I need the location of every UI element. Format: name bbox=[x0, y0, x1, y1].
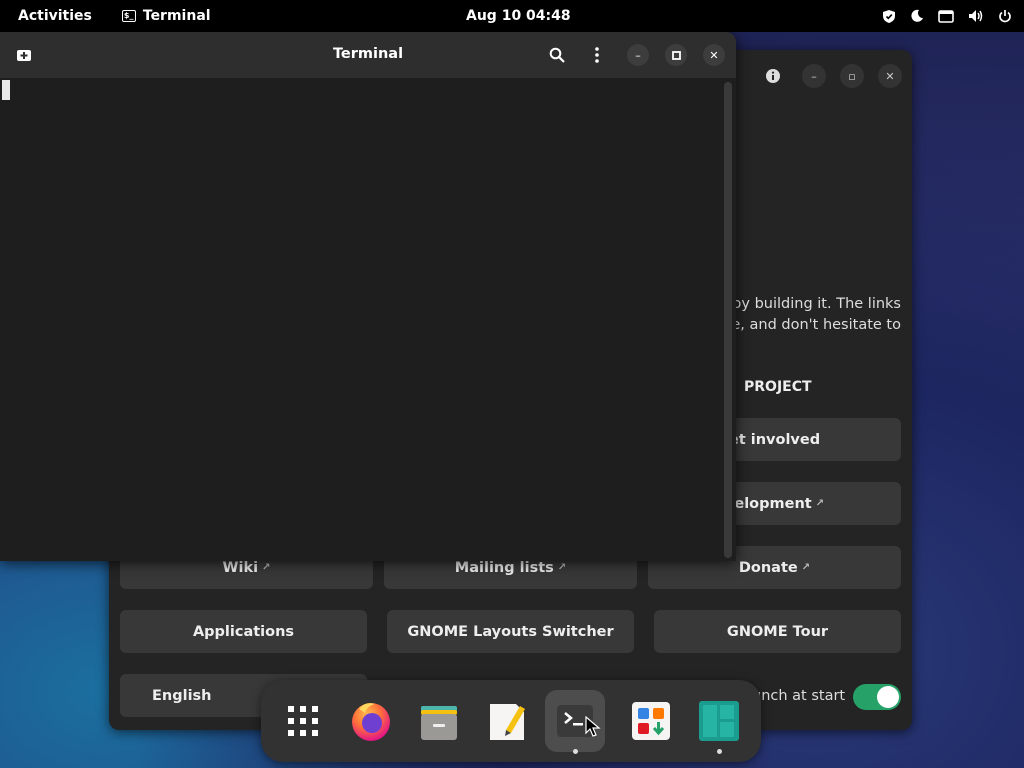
software-icon bbox=[632, 702, 670, 740]
welcome-close-button[interactable]: ✕ bbox=[878, 64, 902, 88]
button-label: Mailing lists bbox=[454, 559, 554, 576]
dock bbox=[261, 680, 761, 762]
button-label: et involved bbox=[728, 431, 821, 448]
dock-manjaro-hello[interactable] bbox=[689, 690, 749, 754]
launch-at-start-toggle[interactable] bbox=[853, 684, 901, 710]
close-icon: ✕ bbox=[885, 69, 895, 83]
search-icon bbox=[549, 47, 565, 63]
welcome-minimize-button[interactable]: – bbox=[802, 64, 826, 88]
maximize-icon bbox=[671, 50, 681, 60]
info-icon bbox=[766, 69, 780, 83]
menu-button[interactable] bbox=[586, 45, 608, 65]
minimize-icon: – bbox=[811, 69, 817, 83]
terminal-window[interactable]: Terminal – ✕ bbox=[0, 32, 736, 561]
scrollbar[interactable] bbox=[724, 82, 732, 558]
minimize-button[interactable]: – bbox=[627, 44, 649, 66]
dock-text-editor[interactable] bbox=[477, 690, 537, 752]
minimize-icon: – bbox=[635, 48, 641, 62]
close-icon: ✕ bbox=[709, 48, 719, 62]
clock[interactable]: Aug 10 04:48 bbox=[466, 8, 571, 24]
menu-icon bbox=[595, 47, 599, 63]
applications-button[interactable]: Applications bbox=[120, 610, 367, 653]
search-button[interactable] bbox=[546, 45, 568, 65]
external-link-icon: ↗ bbox=[815, 498, 825, 509]
mouse-pointer-icon bbox=[585, 716, 601, 737]
files-icon bbox=[421, 706, 457, 740]
button-label: Applications bbox=[192, 623, 295, 640]
app-menu-label: Terminal bbox=[142, 8, 211, 24]
about-button[interactable] bbox=[761, 64, 785, 88]
welcome-maximize-button[interactable]: ▫ bbox=[840, 64, 864, 88]
external-link-icon: ↗ bbox=[557, 562, 567, 573]
shield-icon bbox=[883, 9, 895, 23]
volume-icon bbox=[969, 10, 983, 22]
power-icon bbox=[999, 10, 1011, 23]
button-label: GNOME Tour bbox=[726, 623, 829, 640]
external-link-icon: ↗ bbox=[262, 562, 271, 573]
app-grid-icon bbox=[288, 706, 318, 736]
dock-software[interactable] bbox=[621, 690, 681, 752]
terminal-icon: $_ bbox=[121, 10, 136, 22]
close-button[interactable]: ✕ bbox=[703, 44, 725, 66]
dock-firefox[interactable] bbox=[341, 690, 401, 752]
manjaro-icon bbox=[699, 701, 739, 741]
external-link-icon: ↗ bbox=[801, 562, 811, 573]
running-indicator bbox=[573, 749, 578, 754]
maximize-icon: ▫ bbox=[848, 69, 856, 83]
running-indicator bbox=[717, 749, 722, 754]
terminal-headerbar: Terminal – ✕ bbox=[0, 32, 736, 78]
text-cursor bbox=[2, 80, 10, 100]
button-label: Donate bbox=[738, 559, 798, 576]
dock-app-grid[interactable] bbox=[273, 690, 333, 752]
app-menu[interactable]: $_ Terminal bbox=[121, 8, 211, 24]
button-label: GNOME Layouts Switcher bbox=[407, 623, 614, 640]
night-light-icon bbox=[911, 9, 923, 22]
button-label: velopment bbox=[724, 495, 812, 512]
text-editor-icon bbox=[490, 704, 525, 740]
top-bar: Activities $_ Terminal Aug 10 04:48 bbox=[0, 0, 1024, 32]
firefox-icon bbox=[352, 703, 390, 741]
launch-at-start-label: unch at start bbox=[752, 688, 846, 704]
language-label: English bbox=[152, 687, 212, 704]
maximize-button[interactable] bbox=[665, 44, 687, 66]
section-heading: PROJECT bbox=[744, 379, 812, 395]
terminal-title: Terminal bbox=[332, 46, 404, 62]
button-label: Wiki bbox=[222, 559, 259, 576]
gnome-tour-button[interactable]: GNOME Tour bbox=[654, 610, 901, 653]
layouts-switcher-button[interactable]: GNOME Layouts Switcher bbox=[387, 610, 634, 653]
activities-button[interactable]: Activities bbox=[18, 8, 92, 24]
system-tray[interactable] bbox=[882, 9, 1012, 24]
screen-icon bbox=[938, 9, 954, 23]
dock-files[interactable] bbox=[409, 690, 469, 752]
dock-terminal[interactable] bbox=[545, 690, 605, 754]
